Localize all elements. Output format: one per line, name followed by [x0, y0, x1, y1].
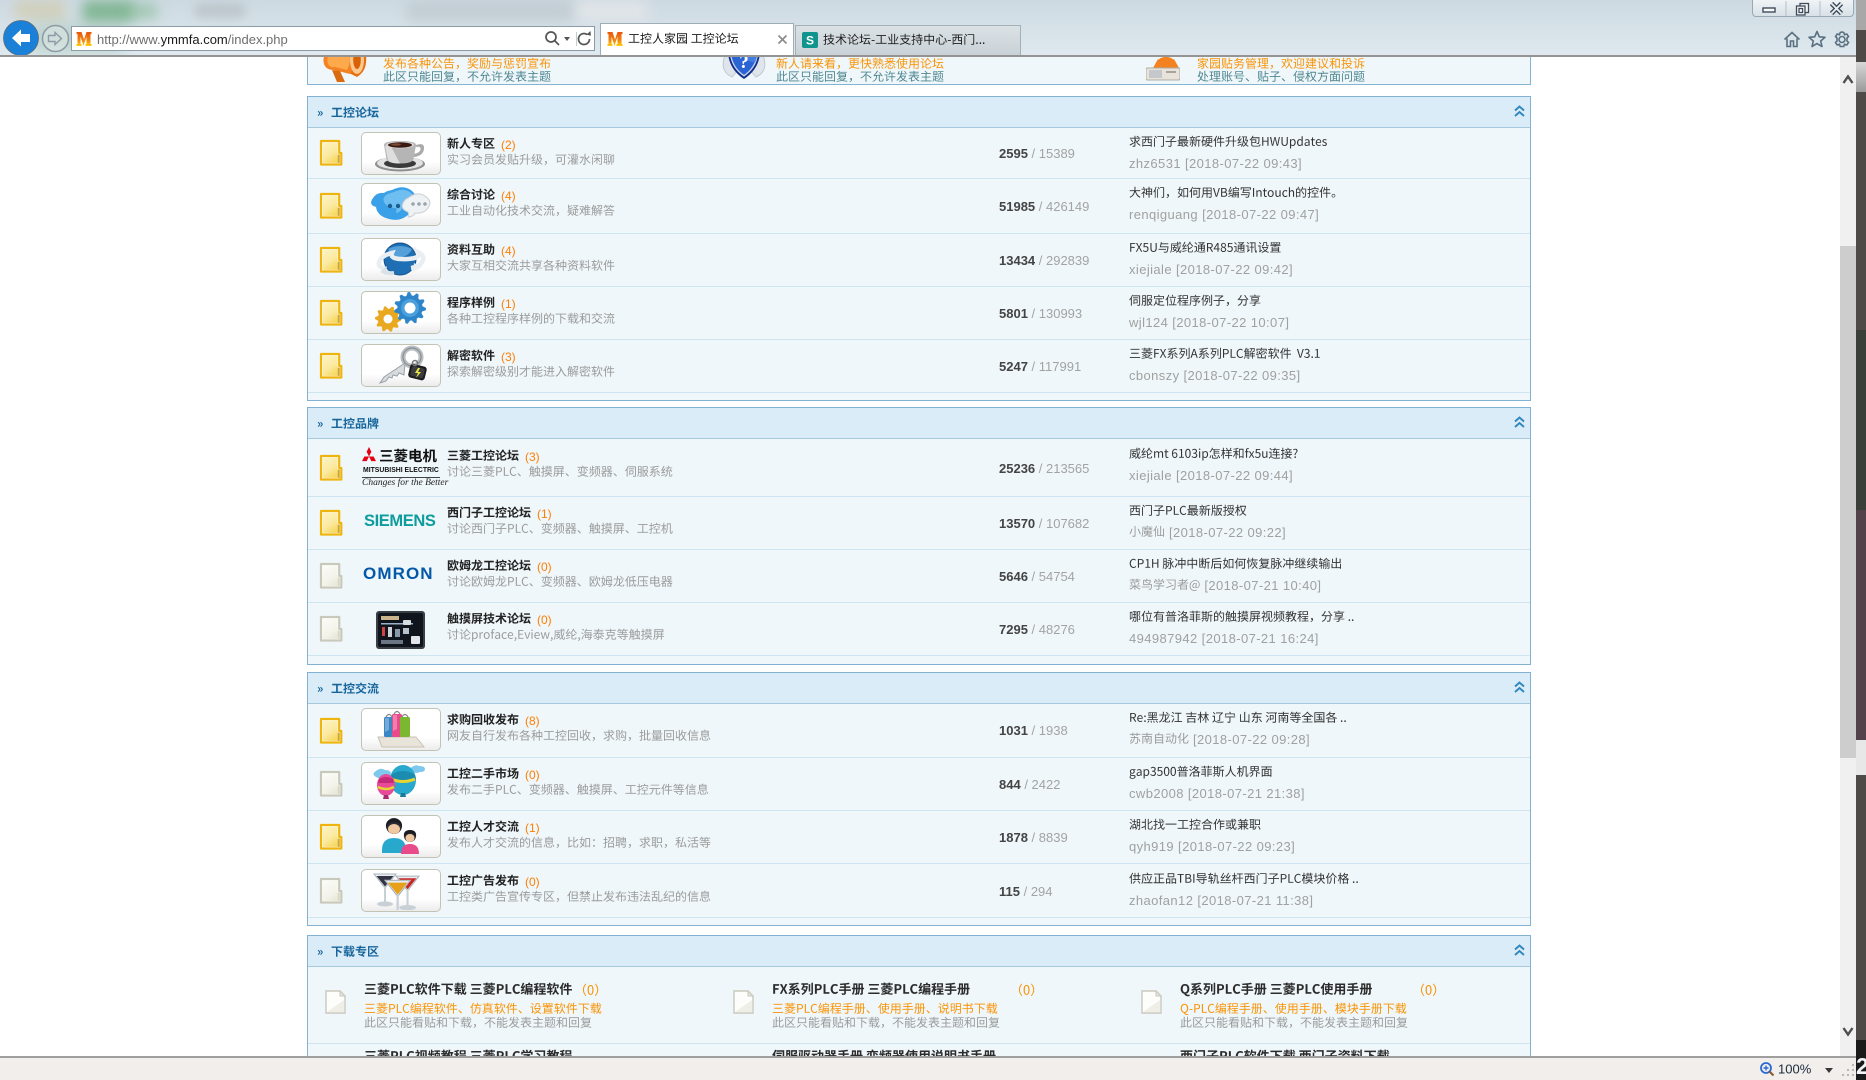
svg-text:?: ? — [739, 57, 749, 73]
svg-text:100%: 100% — [1778, 1062, 1812, 1077]
svg-text:S: S — [806, 34, 814, 48]
